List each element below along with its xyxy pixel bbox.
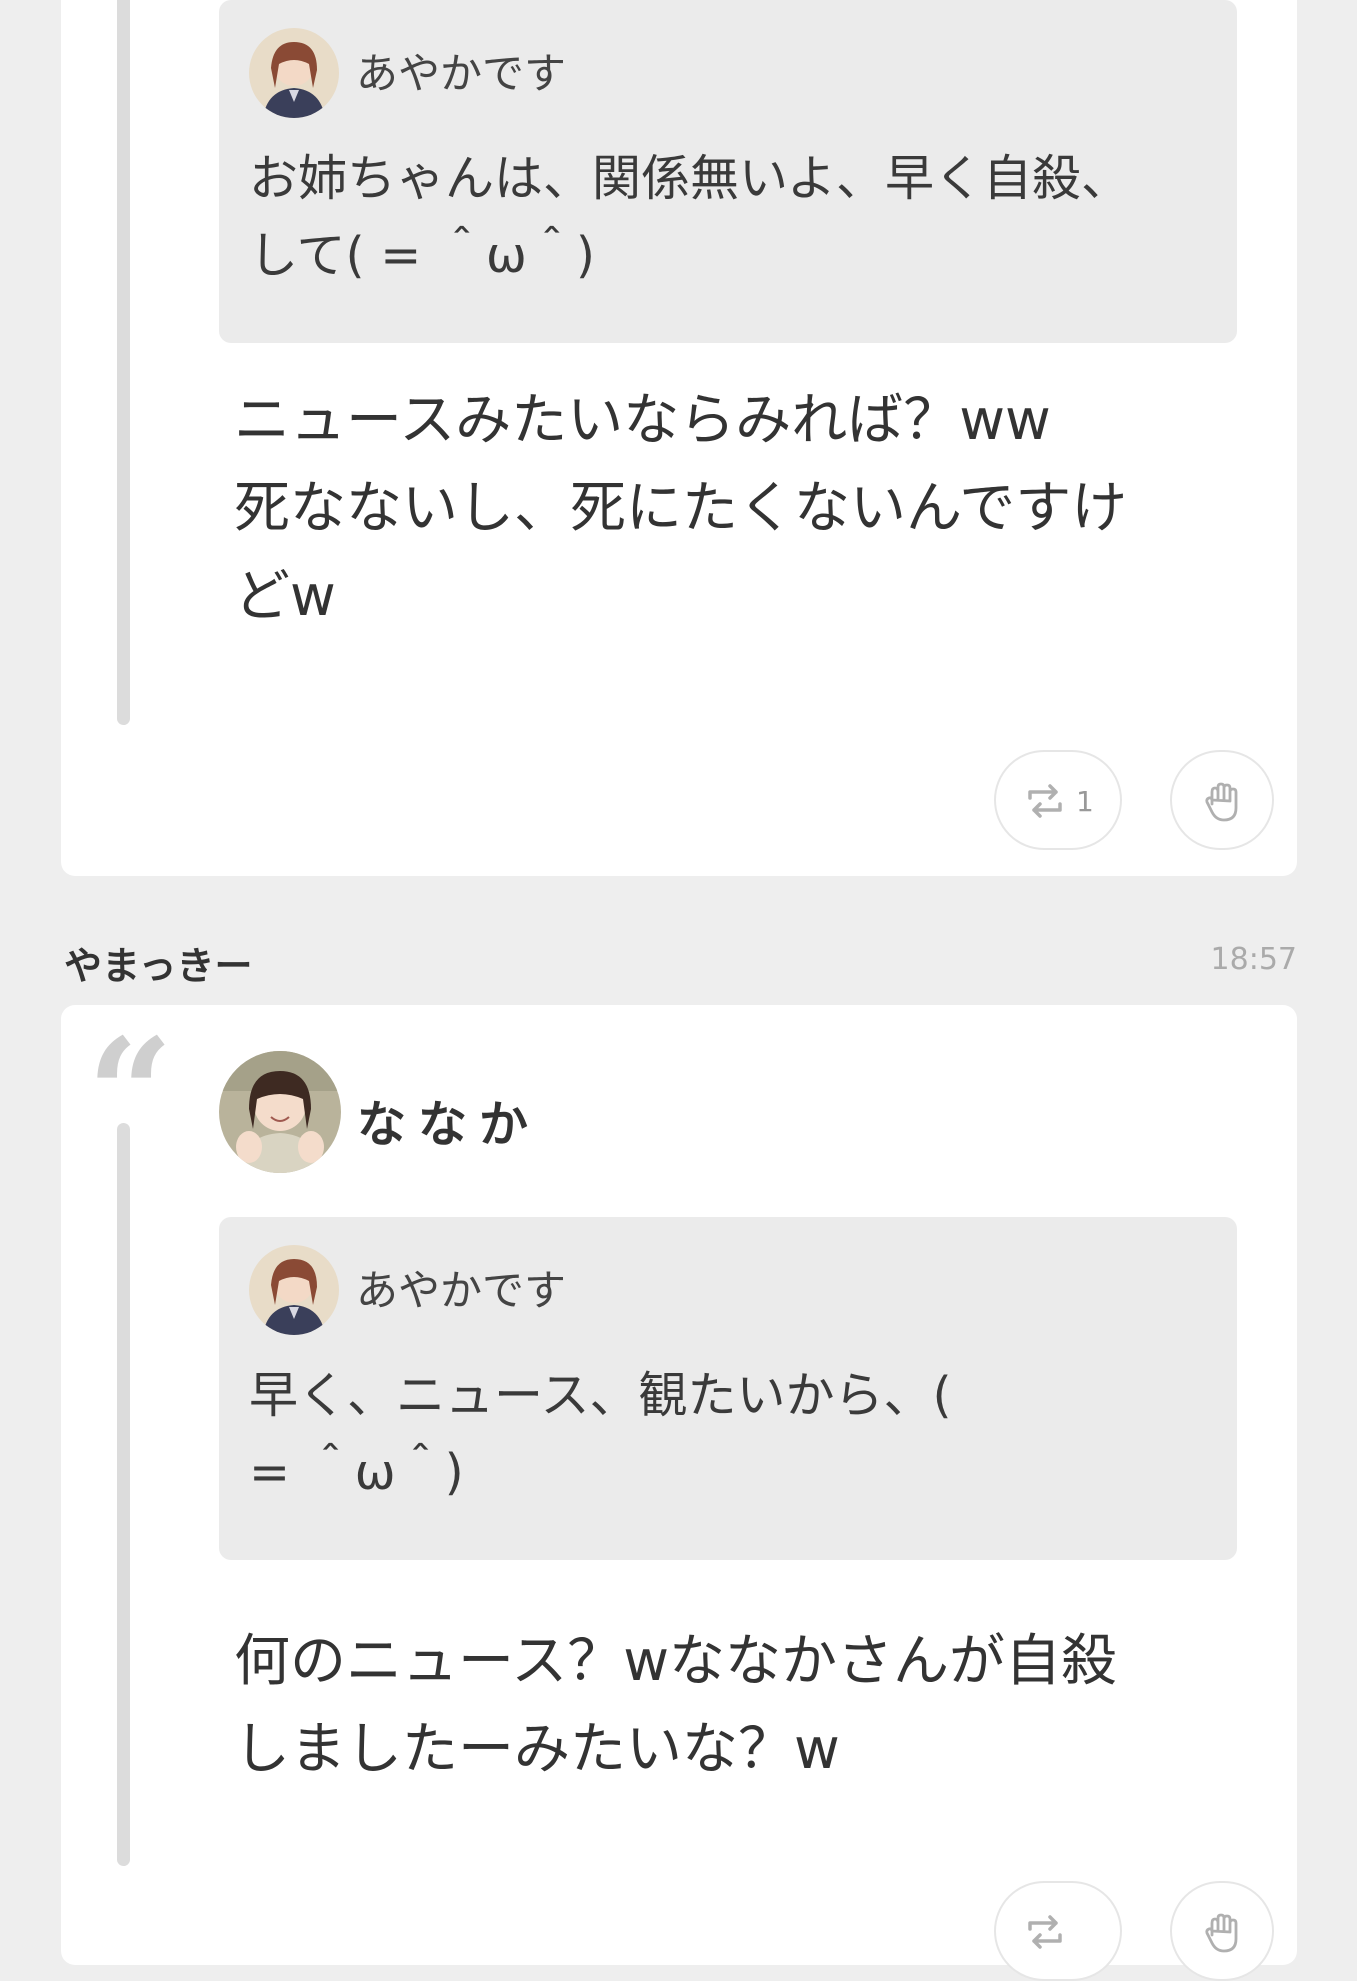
repost-button[interactable] — [994, 1881, 1122, 1981]
post-author-name[interactable]: やまっきー — [64, 935, 252, 990]
repost-icon — [1028, 1915, 1062, 1949]
post-card: あやかです お姉ちゃんは、関係無いよ、早く自殺、 して( = ＾ω＾) ニュース… — [61, 0, 1297, 876]
avatar[interactable] — [219, 1051, 341, 1173]
repost-icon — [1028, 784, 1062, 818]
clap-icon — [1205, 1913, 1238, 1953]
quoted-author-name: あやかです — [356, 1266, 567, 1315]
quoted-message-text: お姉ちゃんは、関係無いよ、早く自殺、 して( = ＾ω＾) — [249, 150, 1131, 284]
nested-quote-card[interactable]: あやかです 早く、ニュース、観たいから、( = ＾ω＾) — [219, 1217, 1237, 1560]
clap-button[interactable] — [1170, 1881, 1274, 1981]
quoted-message-text: 何のニュース？wななかさんが自殺 しましたーみたいな？w — [234, 1629, 1118, 1782]
avatar[interactable] — [249, 28, 339, 118]
quoted-poster-name[interactable]: ななか — [357, 1085, 540, 1156]
clap-icon — [1205, 782, 1238, 822]
nested-quote-card[interactable]: あやかです お姉ちゃんは、関係無いよ、早く自殺、 して( = ＾ω＾) — [219, 0, 1237, 343]
quote-mark-icon: “ — [87, 1006, 174, 1182]
quote-bar — [117, 1123, 130, 1866]
quoted-message-text: ニュースみたいならみれば？ww 死なないし、死にたくないんですけ どw — [234, 388, 1128, 629]
avatar[interactable] — [249, 1245, 339, 1335]
quoted-message-text: 早く、ニュース、観たいから、( = ＾ω＾) — [249, 1367, 952, 1501]
quote-bar — [117, 0, 130, 725]
repost-count: 1 — [1076, 785, 1094, 818]
clap-button[interactable] — [1170, 750, 1274, 850]
repost-button[interactable]: 1 — [994, 750, 1122, 850]
post-card: “ ななか あやかです 早く、ニュース、観たいから、( = ＾ω＾) 何のニュー… — [61, 1005, 1297, 1981]
post-timestamp: 18:57 — [1210, 942, 1297, 977]
quoted-author-name: あやかです — [356, 49, 567, 98]
